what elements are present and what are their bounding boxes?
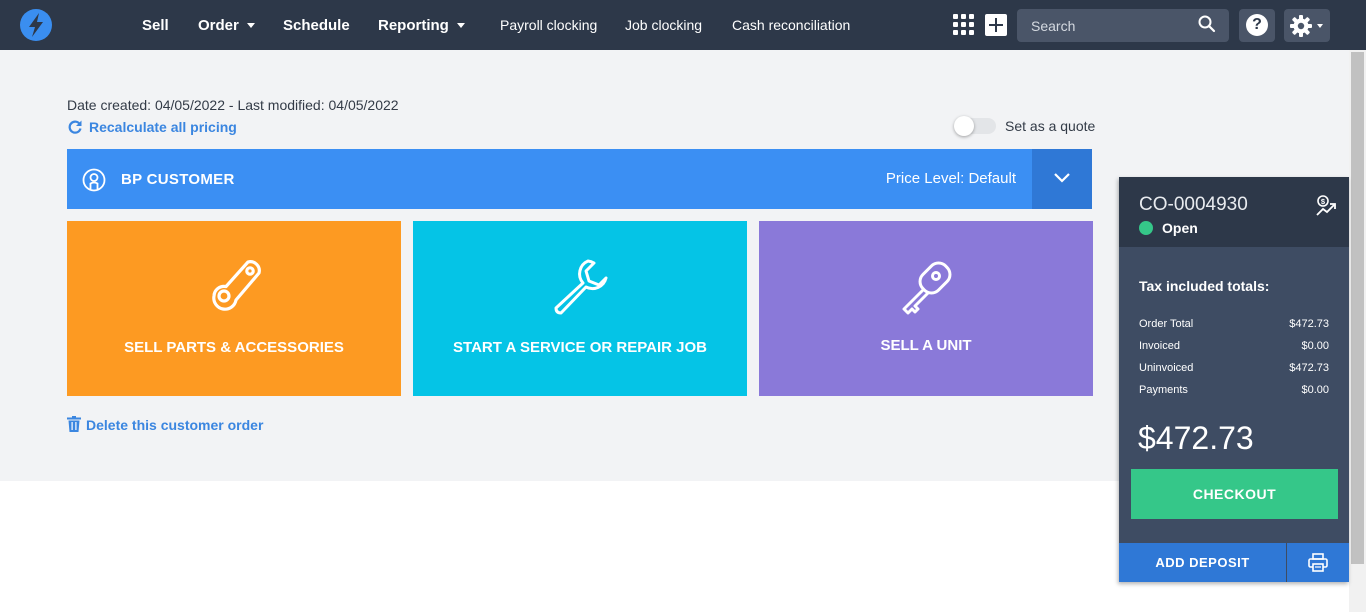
order-dates: Date created: 04/05/2022 - Last modified… [67, 97, 399, 113]
totals-title: Tax included totals: [1139, 278, 1270, 294]
nav-payroll-clocking[interactable]: Payroll clocking [500, 0, 597, 50]
nav-schedule[interactable]: Schedule [283, 0, 350, 50]
totals-row-value: $0.00 [1301, 340, 1329, 352]
trash-icon [67, 416, 81, 433]
chevron-down-icon [1054, 173, 1070, 183]
search-icon[interactable] [1198, 15, 1216, 33]
apps-grid-icon[interactable] [953, 14, 975, 36]
print-button[interactable] [1287, 543, 1349, 582]
delete-order-label: Delete this customer order [86, 417, 264, 433]
toggle-knob [954, 116, 974, 136]
printer-icon [1308, 553, 1328, 572]
start-service-tile[interactable]: START A SERVICE OR REPAIR JOB [413, 221, 747, 396]
sell-parts-tile[interactable]: SELL PARTS & ACCESSORIES [67, 221, 401, 396]
order-summary-header: CO-0004930 Open $ [1119, 177, 1349, 247]
chevron-down-icon [1317, 24, 1323, 28]
order-number: CO-0004930 [1139, 194, 1248, 215]
nav-sell[interactable]: Sell [142, 0, 169, 50]
add-deposit-button[interactable]: ADD DEPOSIT [1119, 543, 1286, 582]
help-icon: ? [1246, 14, 1268, 36]
price-level: Price Level: Default [885, 170, 1016, 187]
help-button[interactable]: ? [1239, 9, 1275, 42]
checkout-button[interactable]: CHECKOUT [1131, 469, 1338, 519]
grand-total: $472.73 [1138, 420, 1254, 456]
totals-row-label: Invoiced [1139, 340, 1180, 352]
chevron-down-icon [456, 22, 465, 28]
totals-row-value: $472.73 [1289, 362, 1329, 374]
customer-name: BP CUSTOMER [121, 171, 235, 188]
start-service-label: START A SERVICE OR REPAIR JOB [453, 339, 707, 356]
totals-row-label: Uninvoiced [1139, 362, 1194, 374]
order-summary-panel: CO-0004930 Open $ Tax included totals: O… [1119, 177, 1349, 582]
quote-label: Set as a quote [1005, 118, 1096, 134]
add-new-icon[interactable] [985, 14, 1007, 36]
totals-row: Uninvoiced $472.73 [1139, 362, 1329, 376]
gear-icon [1290, 15, 1312, 37]
nav-job-clocking[interactable]: Job clocking [625, 0, 702, 50]
sell-parts-label: SELL PARTS & ACCESSORIES [124, 339, 344, 356]
belt-pulley-icon [212, 260, 261, 311]
customer-expand-button[interactable] [1032, 149, 1092, 209]
settings-button[interactable] [1284, 9, 1330, 42]
customer-icon [82, 168, 106, 192]
totals-row-value: $472.73 [1289, 318, 1329, 330]
totals-row: Invoiced $0.00 [1139, 340, 1329, 354]
order-status: Open [1162, 220, 1198, 236]
totals-row-label: Payments [1139, 384, 1188, 396]
customer-bar[interactable]: BP CUSTOMER Price Level: Default [67, 149, 1032, 209]
top-navigation-bar: Sell Order Schedule Reporting Payroll cl… [0, 0, 1366, 50]
totals-row: Payments $0.00 [1139, 384, 1329, 398]
scrollbar-thumb[interactable] [1351, 52, 1364, 564]
nav-order[interactable]: Order [198, 0, 255, 50]
totals-row: Order Total $472.73 [1139, 318, 1329, 332]
chevron-down-icon [246, 22, 255, 28]
wrench-icon [554, 259, 608, 315]
status-indicator-icon [1139, 221, 1153, 235]
refresh-icon [68, 120, 82, 135]
quote-toggle[interactable] [954, 116, 996, 136]
totals-row-label: Order Total [1139, 318, 1194, 330]
lightning-bolt-icon[interactable] [20, 9, 52, 41]
delete-order-link[interactable]: Delete this customer order [67, 416, 264, 434]
nav-reporting[interactable]: Reporting [378, 0, 465, 50]
key-fob-icon [902, 261, 952, 315]
price-trend-icon[interactable]: $ [1315, 195, 1337, 217]
recalculate-pricing-link[interactable]: Recalculate all pricing [67, 119, 237, 136]
sell-unit-label: SELL A UNIT [880, 337, 972, 354]
sell-unit-tile[interactable]: SELL A UNIT [759, 221, 1093, 396]
recalculate-pricing-label: Recalculate all pricing [89, 119, 237, 135]
totals-row-value: $0.00 [1301, 384, 1329, 396]
nav-cash-reconciliation[interactable]: Cash reconciliation [732, 0, 850, 50]
